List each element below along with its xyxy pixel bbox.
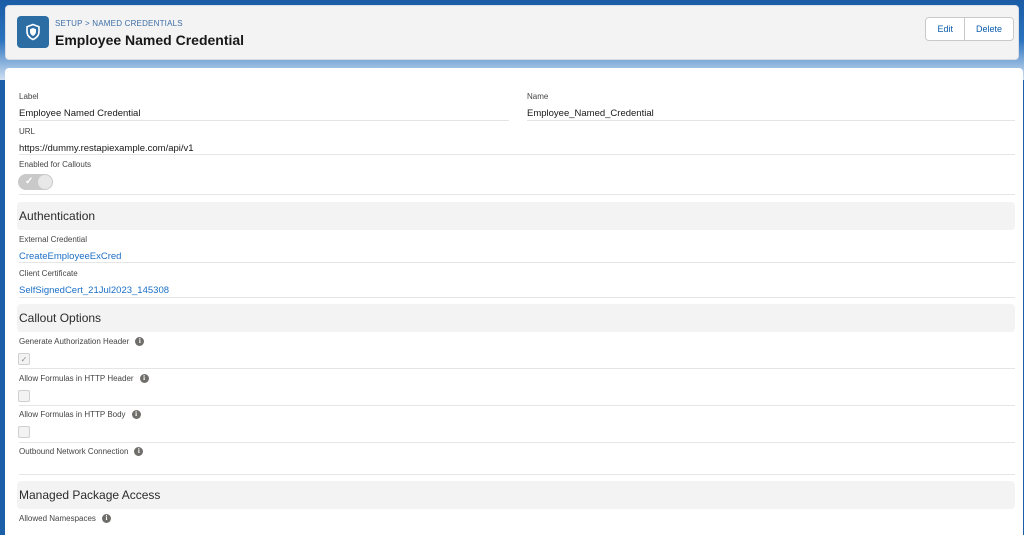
breadcrumb: SETUP > NAMED CREDENTIALS — [55, 19, 183, 28]
info-icon[interactable]: i — [134, 447, 144, 457]
client-certificate-label: Client Certificate — [19, 269, 78, 278]
info-icon[interactable]: i — [135, 337, 145, 347]
authentication-section-header[interactable]: Authentication — [17, 202, 1015, 230]
external-credential-field: External Credential CreateEmployeeExCred — [19, 235, 1015, 262]
authentication-heading: Authentication — [19, 209, 96, 223]
outbound-network-connection-label: Outbound Network Connection — [19, 447, 129, 456]
info-icon[interactable]: i — [139, 374, 149, 384]
breadcrumb-named-credentials-link[interactable]: NAMED CREDENTIALS — [92, 19, 183, 28]
generate-authorization-header-checkbox[interactable]: ✓ — [18, 353, 30, 365]
toggle-knob — [38, 175, 52, 189]
divider — [19, 262, 1015, 263]
record-header: SETUP > NAMED CREDENTIALS Employee Named… — [5, 5, 1019, 60]
divider — [19, 474, 1015, 475]
breadcrumb-setup-link[interactable]: SETUP — [55, 19, 83, 28]
generate-authorization-header-field: Generate Authorization Header i — [19, 337, 145, 347]
divider — [19, 154, 1015, 155]
divider — [527, 120, 1015, 121]
divider — [19, 297, 1015, 298]
callout-options-section-header[interactable]: Callout Options — [17, 304, 1015, 332]
delete-button[interactable]: Delete — [963, 18, 1013, 40]
label-field-label: Label — [19, 92, 39, 101]
url-field-label: URL — [19, 127, 36, 136]
header-button-group: Edit Delete — [925, 17, 1014, 41]
divider — [19, 368, 1015, 369]
info-icon[interactable]: i — [101, 514, 111, 524]
divider — [19, 405, 1015, 406]
enabled-for-callouts-label: Enabled for Callouts — [19, 160, 92, 169]
check-icon: ✓ — [25, 176, 34, 187]
info-icon[interactable]: i — [131, 410, 141, 420]
name-field-label: Name — [527, 92, 549, 101]
divider — [19, 120, 509, 121]
enabled-for-callouts-toggle[interactable]: ✓ — [18, 174, 53, 190]
generate-authorization-header-label: Generate Authorization Header — [19, 337, 130, 346]
breadcrumb-separator: > — [84, 19, 90, 28]
label-field-value: Employee Named Credential — [19, 108, 141, 119]
allow-formulas-header-field: Allow Formulas in HTTP Header i — [19, 374, 149, 384]
outbound-network-connection-field: Outbound Network Connection i — [19, 447, 144, 457]
label-field: Label Employee Named Credential — [19, 92, 509, 119]
enabled-for-callouts-field: Enabled for Callouts — [19, 160, 91, 169]
allowed-namespaces-field: Allowed Namespaces i — [19, 514, 111, 524]
callout-options-heading: Callout Options — [19, 311, 102, 325]
managed-package-access-section-header[interactable]: Managed Package Access — [17, 481, 1015, 509]
detail-card: Label Employee Named Credential Name Emp… — [5, 68, 1023, 535]
managed-package-access-heading: Managed Package Access — [19, 488, 161, 502]
page-title: Employee Named Credential — [55, 32, 245, 48]
check-icon: ✓ — [20, 354, 28, 364]
shield-icon — [17, 16, 49, 48]
allow-formulas-header-label: Allow Formulas in HTTP Header — [19, 374, 134, 383]
allow-formulas-body-label: Allow Formulas in HTTP Body — [19, 410, 126, 419]
edit-button[interactable]: Edit — [926, 18, 964, 40]
allow-formulas-body-field: Allow Formulas in HTTP Body i — [19, 410, 141, 420]
allow-formulas-body-checkbox[interactable] — [18, 426, 30, 438]
url-field: URL https://dummy.restapiexample.com/api… — [19, 127, 1015, 154]
client-certificate-field: Client Certificate SelfSignedCert_21Jul2… — [19, 269, 1015, 296]
divider — [19, 442, 1015, 443]
divider — [19, 194, 1015, 195]
external-credential-label: External Credential — [19, 235, 88, 244]
url-field-value: https://dummy.restapiexample.com/api/v1 — [19, 143, 194, 154]
external-credential-link[interactable]: CreateEmployeeExCred — [19, 251, 1015, 262]
name-field-value: Employee_Named_Credential — [527, 108, 654, 119]
client-certificate-link[interactable]: SelfSignedCert_21Jul2023_145308 — [19, 285, 1015, 296]
allowed-namespaces-label: Allowed Namespaces — [19, 514, 96, 523]
name-field: Name Employee_Named_Credential — [527, 92, 1015, 119]
allow-formulas-header-checkbox[interactable] — [18, 390, 30, 402]
